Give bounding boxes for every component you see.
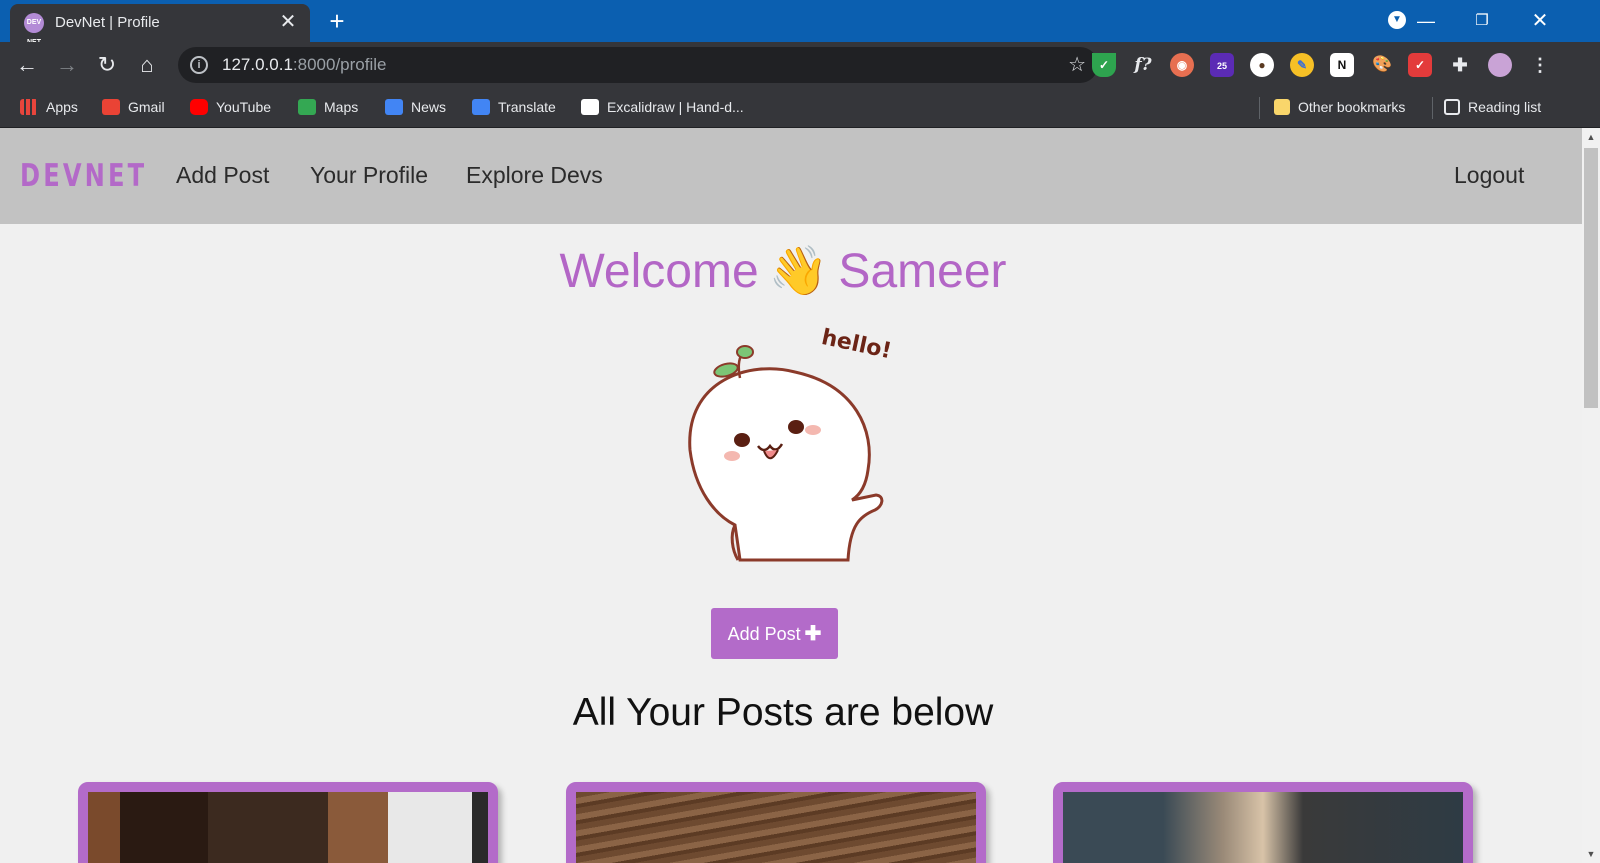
translate-icon [472, 99, 490, 115]
nav-explore-devs[interactable]: Explore Devs [466, 162, 603, 189]
mascot-caption: hello! [819, 325, 893, 364]
grammar-extension-icon[interactable]: 25 [1210, 53, 1234, 77]
gmail-icon [102, 99, 120, 115]
posts-heading: All Your Posts are below [572, 691, 994, 734]
youtube-icon [190, 99, 208, 115]
bookmark-youtube[interactable]: YouTube [190, 96, 271, 118]
reading-list-icon [1444, 99, 1460, 115]
reload-icon[interactable]: ↻ [92, 50, 122, 80]
owl-extension-icon[interactable]: ◉ [1170, 53, 1194, 77]
site-favicon-icon: DEV NET [24, 13, 44, 46]
bookmark-apps[interactable]: Apps [20, 96, 78, 118]
reading-list-button[interactable]: Reading list [1444, 96, 1541, 118]
bookmark-news[interactable]: News [385, 96, 446, 118]
scroll-up-icon[interactable]: ▲ [1582, 130, 1600, 144]
browser-menu-icon[interactable]: ⋮ [1528, 53, 1552, 77]
apps-grid-icon [20, 99, 38, 115]
page-scrollbar[interactable]: ▲ ▼ [1582, 128, 1600, 863]
browser-tab-active[interactable]: DEV NET DevNet | Profile ✕ [10, 4, 310, 46]
nav-your-profile[interactable]: Your Profile [310, 162, 428, 189]
browser-tabstrip: DEV NET DevNet | Profile ✕ + ▼ — ❐ ✕ [0, 0, 1600, 46]
bookmark-maps[interactable]: Maps [298, 96, 358, 118]
folder-icon [1274, 99, 1290, 115]
excalidraw-icon [581, 99, 599, 115]
palette-extension-icon[interactable]: 🎨 [1370, 53, 1394, 77]
bookmark-translate[interactable]: Translate [472, 96, 556, 118]
new-tab-button[interactable]: + [322, 6, 352, 36]
calendar-extension-icon[interactable]: ✓ [1408, 53, 1432, 77]
post-thumbnail [576, 792, 976, 863]
home-icon[interactable]: ⌂ [132, 50, 162, 80]
notion-extension-icon[interactable]: N [1330, 53, 1354, 77]
profile-avatar[interactable] [1488, 53, 1512, 77]
welcome-word: Welcome [559, 245, 759, 298]
close-window-button[interactable]: ✕ [1520, 6, 1560, 36]
tab-title: DevNet | Profile [55, 14, 160, 31]
site-navbar: DEVNET Add Post Your Profile Explore Dev… [0, 128, 1582, 224]
shield-extension-icon[interactable]: ✓ [1092, 53, 1116, 77]
restore-button[interactable]: ❐ [1462, 6, 1502, 36]
brand-logo[interactable]: DEVNET [20, 158, 147, 194]
username: Sameer [838, 245, 1007, 298]
bookmark-excalidraw[interactable]: Excalidraw | Hand-d... [581, 96, 744, 118]
nav-add-post[interactable]: Add Post [176, 162, 269, 189]
cookie-extension-icon[interactable]: ● [1250, 53, 1274, 77]
tab-close-icon[interactable]: ✕ [276, 10, 300, 34]
post-card[interactable] [566, 782, 986, 863]
scroll-thumb[interactable] [1584, 148, 1598, 408]
address-bar[interactable]: i 127.0.0.1:8000/profile ☆ [178, 47, 1098, 83]
bookmarks-bar: Apps Gmail YouTube Maps News Translate E… [0, 87, 1600, 128]
post-thumbnail [88, 792, 488, 863]
bookmark-star-icon[interactable]: ☆ [1068, 52, 1086, 77]
welcome-heading: Welcome 👋 Sameer [0, 242, 1566, 299]
minimize-button[interactable]: — [1406, 6, 1446, 36]
back-arrow-icon[interactable]: ← [12, 50, 42, 80]
waving-hand-icon: 👋 [768, 245, 829, 298]
hello-mascot-illustration: hello! [688, 325, 894, 562]
post-thumbnail [1063, 792, 1463, 863]
scroll-down-icon[interactable]: ▼ [1582, 847, 1600, 861]
site-info-icon[interactable]: i [190, 56, 208, 74]
tab-search-icon[interactable]: ▼ [1388, 11, 1406, 29]
bookmark-gmail[interactable]: Gmail [102, 96, 165, 118]
post-card[interactable] [78, 782, 498, 863]
post-card[interactable] [1053, 782, 1473, 863]
browser-toolbar: ← → ↻ ⌂ i 127.0.0.1:8000/profile ☆ ✓ f? … [0, 42, 1600, 87]
news-icon [385, 99, 403, 115]
forward-arrow-icon[interactable]: → [52, 50, 82, 80]
bookmark-separator [1259, 97, 1260, 119]
page-viewport: DEVNET Add Post Your Profile Explore Dev… [0, 128, 1582, 863]
bookmark-other[interactable]: Other bookmarks [1274, 96, 1405, 118]
bookmark-separator [1432, 97, 1433, 119]
add-post-button[interactable]: Add Post ✚ [711, 608, 838, 659]
extensions-puzzle-icon[interactable]: ✚ [1448, 53, 1472, 77]
url-text: 127.0.0.1:8000/profile [222, 55, 387, 74]
nav-logout[interactable]: Logout [1454, 162, 1524, 189]
pen-extension-icon[interactable]: ✎ [1290, 53, 1314, 77]
plus-icon: ✚ [804, 623, 822, 645]
font-extension-icon[interactable]: f? [1131, 53, 1155, 77]
maps-icon [298, 99, 316, 115]
